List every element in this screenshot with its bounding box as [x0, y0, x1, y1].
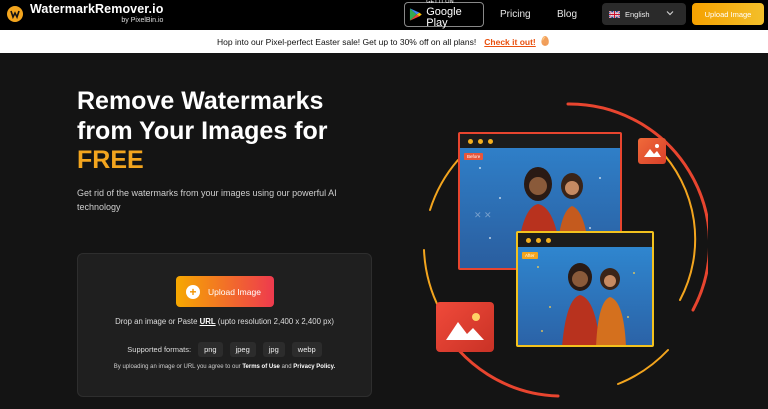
window-titlebar	[460, 134, 620, 148]
top-header: WatermarkRemover.io by PixelBin.io GET I…	[0, 0, 768, 30]
chevron-down-icon	[666, 11, 674, 16]
google-play-label: Google Play	[426, 5, 462, 29]
window-dot-icon	[536, 237, 541, 243]
window-dot-icon	[526, 237, 531, 243]
after-tag: After	[522, 252, 538, 259]
upload-card[interactable]: + Upload Image Drop an image or Paste UR…	[77, 253, 372, 397]
language-select[interactable]: English	[602, 3, 686, 25]
supported-formats: Supported formats: png jpeg jpg webp	[78, 342, 371, 357]
format-badge: jpeg	[229, 342, 256, 357]
terms-and: and	[279, 364, 294, 370]
uk-flag-icon	[609, 10, 620, 18]
before-tag: Before	[464, 153, 484, 160]
image-icon	[644, 144, 661, 157]
terms-prefix: By uploading an image or URL you agree t…	[113, 364, 243, 370]
drop-suffix: (upto resolution 2,400 x 2,400 px)	[215, 317, 334, 326]
window-titlebar	[518, 233, 652, 247]
after-window: After	[516, 231, 654, 347]
paste-url-link[interactable]: URL	[200, 317, 216, 326]
format-badge: png	[198, 342, 223, 357]
privacy-policy-link[interactable]: Privacy Policy.	[293, 364, 335, 370]
image-tile-top	[638, 138, 666, 164]
svg-text:✕ ✕: ✕ ✕	[474, 210, 492, 220]
logo-icon	[7, 6, 23, 22]
terms-notice: By uploading an image or URL you agree t…	[78, 364, 371, 370]
google-play-button[interactable]: GET IT ON Google Play	[404, 0, 484, 29]
after-photo-icon	[518, 247, 652, 345]
window-dot-icon	[488, 138, 493, 144]
language-label: English	[625, 9, 650, 19]
easter-egg-icon: 🥚	[539, 36, 551, 46]
upload-image-button[interactable]: + Upload Image	[176, 276, 274, 307]
header-upload-button[interactable]: Upload Image	[692, 3, 764, 25]
hero-illustration: ✕ ✕✕ Before After	[418, 100, 708, 400]
format-badge: webp	[291, 342, 322, 357]
logo[interactable]: WatermarkRemover.io by PixelBin.io	[6, 3, 163, 25]
plus-icon: +	[186, 284, 200, 299]
promo-banner: Hop into our Pixel-perfect Easter sale! …	[0, 30, 768, 53]
logo-subtitle: by PixelBin.io	[121, 17, 164, 24]
upload-button-label: Upload Image	[208, 286, 261, 297]
nav-pricing[interactable]: Pricing	[500, 9, 531, 20]
google-play-icon	[409, 8, 422, 21]
promo-link[interactable]: Check it out!	[484, 37, 535, 47]
hero-title: Remove Watermarks from Your Images for	[77, 87, 328, 145]
drop-prefix: Drop an image or Paste	[115, 317, 200, 326]
drop-instructions: Drop an image or Paste URL (upto resolut…	[78, 317, 371, 326]
window-dot-icon	[546, 237, 551, 243]
image-icon	[446, 313, 484, 340]
google-play-small-label: GET IT ON	[426, 0, 454, 6]
image-tile-bottom	[436, 302, 494, 352]
formats-label: Supported formats:	[127, 345, 192, 354]
logo-title: WatermarkRemover.io	[30, 2, 164, 16]
promo-text: Hop into our Pixel-perfect Easter sale! …	[217, 36, 477, 47]
nav-blog[interactable]: Blog	[557, 9, 577, 20]
terms-of-use-link[interactable]: Terms of Use	[242, 364, 280, 370]
window-dot-icon	[468, 138, 473, 144]
hero-description: Get rid of the watermarks from your imag…	[77, 188, 337, 212]
hero-free-highlight: FREE	[77, 146, 144, 174]
format-badge: jpg	[262, 342, 285, 357]
window-dot-icon	[478, 138, 483, 144]
